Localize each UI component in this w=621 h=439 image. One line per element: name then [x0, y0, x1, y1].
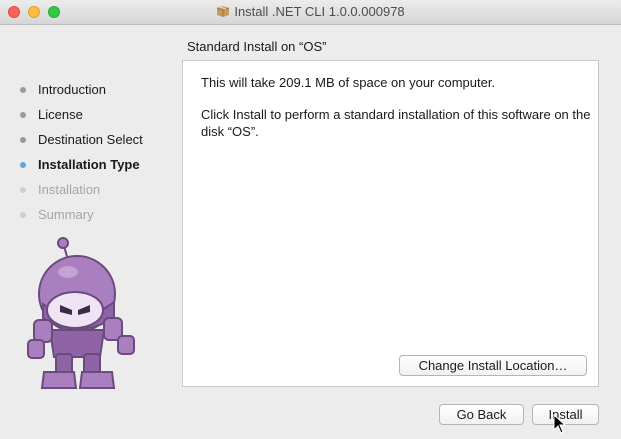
title-bar: Install .NET CLI 1.0.0.000978: [0, 0, 621, 25]
installer-steps: Introduction License Destination Select …: [18, 82, 143, 232]
step-dot-icon: [20, 187, 26, 193]
step-destination-select: Destination Select: [18, 132, 143, 157]
step-label: Destination Select: [38, 132, 143, 147]
go-back-button[interactable]: Go Back: [439, 404, 524, 425]
window-title: Install .NET CLI 1.0.0.000978: [234, 4, 405, 19]
step-dot-icon: [20, 212, 26, 218]
step-dot-icon: [20, 137, 26, 143]
dotnet-bot-mascot: [27, 237, 135, 389]
content-panel: This will take 209.1 MB of space on your…: [182, 60, 599, 387]
mouse-pointer-icon: [553, 414, 567, 434]
install-description-text: Click Install to perform a standard inst…: [201, 107, 591, 139]
step-summary: Summary: [18, 207, 143, 232]
change-install-location-button[interactable]: Change Install Location…: [399, 355, 587, 376]
step-introduction: Introduction: [18, 82, 143, 107]
installer-window: Install .NET CLI 1.0.0.000978 Standard I…: [0, 0, 621, 439]
step-license: License: [18, 107, 143, 132]
step-label: Installation: [38, 182, 101, 197]
step-label: Introduction: [38, 82, 106, 97]
space-required-text: This will take 209.1 MB of space on your…: [201, 75, 496, 90]
window-title-container: Install .NET CLI 1.0.0.000978: [0, 4, 621, 19]
step-installation: Installation: [18, 182, 143, 207]
page-heading: Standard Install on “OS”: [187, 39, 327, 54]
step-label: Summary: [38, 207, 94, 222]
step-label: License: [38, 107, 83, 122]
step-label: Installation Type: [38, 157, 140, 172]
step-installation-type: Installation Type: [18, 157, 143, 182]
step-dot-icon: [20, 162, 26, 168]
step-dot-icon: [20, 112, 26, 118]
package-icon: [217, 6, 230, 17]
step-dot-icon: [20, 87, 26, 93]
